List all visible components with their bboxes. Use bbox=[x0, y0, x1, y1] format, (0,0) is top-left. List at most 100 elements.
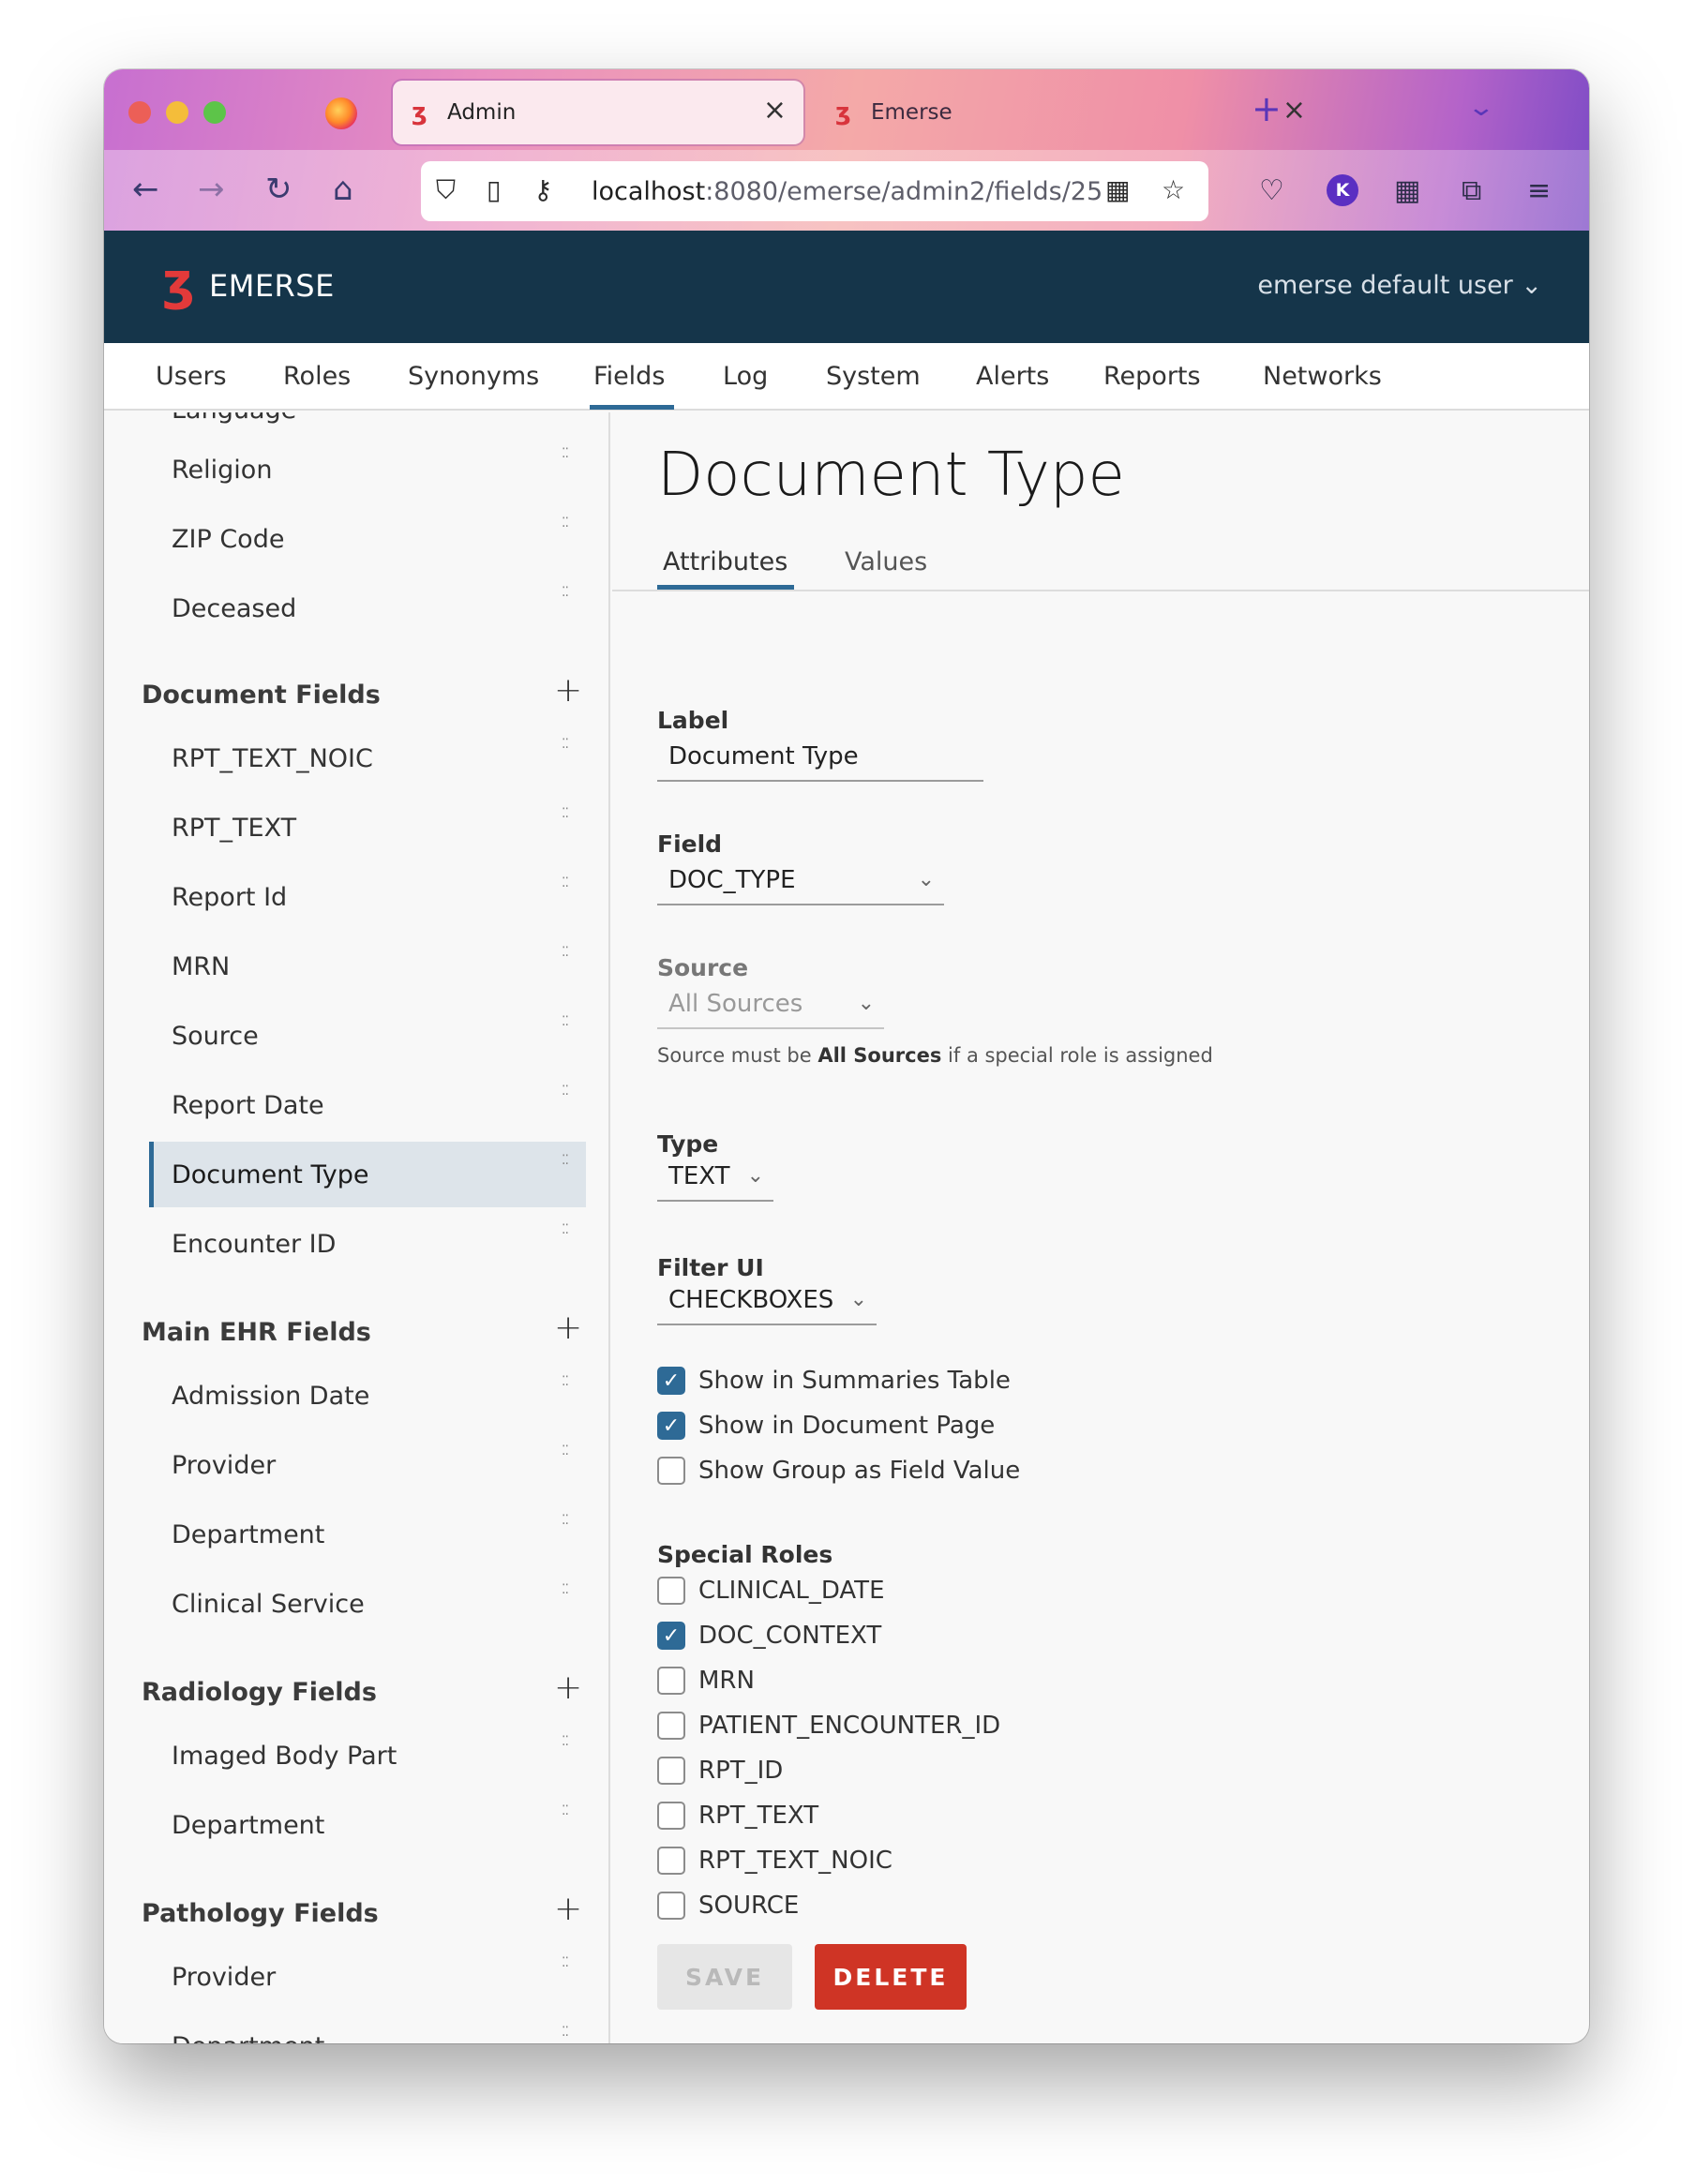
drag-handle-icon[interactable]: ⁚⁚ bbox=[562, 447, 569, 460]
checkbox-checked-icon[interactable]: ✓ bbox=[657, 1412, 685, 1440]
checkbox-unchecked-icon[interactable] bbox=[657, 1892, 685, 1920]
checkbox-checked-icon[interactable]: ✓ bbox=[657, 1367, 685, 1395]
forward-icon[interactable]: → bbox=[198, 171, 225, 208]
drag-handle-icon[interactable]: ⁚⁚ bbox=[562, 1583, 569, 1596]
checkbox-unchecked-icon[interactable] bbox=[657, 1712, 685, 1740]
drag-handle-icon[interactable]: ⁚⁚ bbox=[562, 876, 569, 890]
label-input[interactable]: Document Type bbox=[657, 742, 983, 782]
key-icon[interactable]: ⚷ bbox=[533, 174, 553, 205]
role-patient-encounter-id-checkbox[interactable]: PATIENT_ENCOUNTER_ID bbox=[657, 1712, 1000, 1740]
user-menu[interactable]: emerse default user ⌄ bbox=[1257, 271, 1542, 300]
nav-roles[interactable]: Roles bbox=[283, 362, 351, 391]
url-text[interactable]: localhost:8080/emerse/admin2/fields/25 bbox=[592, 177, 1102, 206]
drag-handle-icon[interactable]: ⁚⁚ bbox=[562, 2026, 569, 2039]
hamburger-menu-icon[interactable]: ≡ bbox=[1527, 174, 1551, 207]
minimize-window-button[interactable] bbox=[166, 101, 188, 124]
field-select[interactable]: DOC_TYPE ⌄ bbox=[657, 866, 944, 905]
add-radiology-field-icon[interactable]: + bbox=[554, 1668, 582, 1707]
nav-reports[interactable]: Reports bbox=[1103, 362, 1201, 391]
close-tab-icon[interactable]: × bbox=[763, 94, 787, 127]
tab-emerse[interactable]: ʒ Emerse × bbox=[817, 81, 1323, 144]
tab-attributes[interactable]: Attributes bbox=[663, 547, 788, 576]
filter-ui-select[interactable]: CHECKBOXES ⌄ bbox=[657, 1286, 877, 1325]
sidebar-item-rpt-text[interactable]: RPT_TEXT bbox=[172, 814, 296, 843]
nav-users[interactable]: Users bbox=[156, 362, 227, 391]
sidebar-item-encounter-id[interactable]: Encounter ID bbox=[172, 1230, 336, 1259]
drag-handle-icon[interactable]: ⁚⁚ bbox=[562, 1735, 569, 1748]
sidebar-item-language[interactable]: Language bbox=[172, 412, 296, 425]
sidebar-item-zip-code[interactable]: ZIP Code bbox=[172, 525, 284, 554]
add-pathology-field-icon[interactable]: + bbox=[554, 1890, 582, 1928]
tab-admin[interactable]: ʒ Admin × bbox=[393, 81, 803, 144]
checkbox-unchecked-icon[interactable] bbox=[657, 1802, 685, 1830]
account-avatar[interactable]: K bbox=[1327, 174, 1358, 206]
address-bar[interactable]: ⛉ ▯ ⚷ localhost:8080/emerse/admin2/field… bbox=[421, 161, 1208, 221]
nav-synonyms[interactable]: Synonyms bbox=[408, 362, 539, 391]
nav-networks[interactable]: Networks bbox=[1263, 362, 1382, 391]
drag-handle-icon[interactable]: ⁚⁚ bbox=[562, 1015, 569, 1028]
pocket-icon[interactable]: ♡ bbox=[1259, 174, 1284, 207]
extensions-grid-icon[interactable]: ▦ bbox=[1394, 174, 1420, 207]
nav-log[interactable]: Log bbox=[723, 362, 768, 391]
show-in-summaries-checkbox[interactable]: ✓ Show in Summaries Table bbox=[657, 1367, 1011, 1395]
close-window-button[interactable] bbox=[128, 101, 151, 124]
sidebar-item-imaged-body-part[interactable]: Imaged Body Part bbox=[172, 1742, 397, 1771]
role-rpt-text-noic-checkbox[interactable]: RPT_TEXT_NOIC bbox=[657, 1847, 892, 1875]
sidebar-item-provider[interactable]: Provider bbox=[172, 1963, 276, 1992]
show-in-document-page-checkbox[interactable]: ✓ Show in Document Page bbox=[657, 1412, 995, 1440]
checkbox-unchecked-icon[interactable] bbox=[657, 1757, 685, 1785]
checkbox-unchecked-icon[interactable] bbox=[657, 1457, 685, 1485]
drag-handle-icon[interactable]: ⁚⁚ bbox=[562, 1514, 569, 1527]
drag-handle-icon[interactable]: ⁚⁚ bbox=[562, 1956, 569, 1969]
role-clinical-date-checkbox[interactable]: CLINICAL_DATE bbox=[657, 1577, 885, 1605]
sidebar-item-document-type[interactable]: Document Type bbox=[172, 1160, 368, 1189]
role-rpt-id-checkbox[interactable]: RPT_ID bbox=[657, 1757, 783, 1785]
reload-icon[interactable]: ↻ bbox=[265, 171, 292, 208]
drag-handle-icon[interactable]: ⁚⁚ bbox=[562, 946, 569, 959]
maximize-window-button[interactable] bbox=[203, 101, 226, 124]
home-icon[interactable]: ⌂ bbox=[333, 171, 353, 208]
add-ehr-field-icon[interactable]: + bbox=[554, 1309, 582, 1347]
nav-alerts[interactable]: Alerts bbox=[976, 362, 1049, 391]
drag-handle-icon[interactable]: ⁚⁚ bbox=[562, 1085, 569, 1098]
drag-handle-icon[interactable]: ⁚⁚ bbox=[562, 1223, 569, 1236]
sidebar-item-report-id[interactable]: Report Id bbox=[172, 883, 287, 912]
sidebar-item-rpt-text-noic[interactable]: RPT_TEXT_NOIC bbox=[172, 744, 373, 773]
shield-icon[interactable]: ⛉ bbox=[436, 174, 456, 206]
tab-values[interactable]: Values bbox=[845, 547, 927, 576]
qr-code-icon[interactable]: ▦ bbox=[1105, 174, 1130, 205]
nav-system[interactable]: System bbox=[826, 362, 921, 391]
checkbox-unchecked-icon[interactable] bbox=[657, 1847, 685, 1875]
checkbox-unchecked-icon[interactable] bbox=[657, 1667, 685, 1695]
add-document-field-icon[interactable]: + bbox=[554, 671, 582, 710]
save-button[interactable]: SAVE bbox=[657, 1944, 792, 2010]
sidebar-item-deceased[interactable]: Deceased bbox=[172, 594, 296, 623]
role-rpt-text-checkbox[interactable]: RPT_TEXT bbox=[657, 1802, 818, 1830]
sidebar-item-report-date[interactable]: Report Date bbox=[172, 1091, 324, 1120]
drag-handle-icon[interactable]: ⁚⁚ bbox=[562, 738, 569, 751]
drag-handle-icon[interactable]: ⁚⁚ bbox=[562, 1375, 569, 1388]
role-mrn-checkbox[interactable]: MRN bbox=[657, 1667, 755, 1695]
sidebar-item-department[interactable]: Department bbox=[172, 1811, 324, 1840]
role-source-checkbox[interactable]: SOURCE bbox=[657, 1892, 799, 1920]
drag-handle-icon[interactable]: ⁚⁚ bbox=[562, 586, 569, 599]
bookmark-star-icon[interactable]: ☆ bbox=[1162, 174, 1185, 205]
close-tab-icon[interactable]: × bbox=[1282, 94, 1306, 127]
delete-button[interactable]: DELETE bbox=[815, 1944, 967, 2010]
drag-handle-icon[interactable]: ⁚⁚ bbox=[562, 1804, 569, 1818]
chevron-down-icon[interactable]: ⌄ bbox=[1467, 94, 1496, 122]
drag-handle-icon[interactable]: ⁚⁚ bbox=[562, 807, 569, 820]
sidebar-item-admission-date[interactable]: Admission Date bbox=[172, 1382, 369, 1411]
type-select[interactable]: TEXT ⌄ bbox=[657, 1162, 773, 1202]
drag-handle-icon[interactable]: ⁚⁚ bbox=[562, 1444, 569, 1458]
show-group-as-field-value-checkbox[interactable]: Show Group as Field Value bbox=[657, 1457, 1020, 1485]
sidebar-item-department[interactable]: Department bbox=[172, 1520, 324, 1549]
puzzle-icon[interactable]: ⧉ bbox=[1462, 174, 1481, 207]
role-doc-context-checkbox[interactable]: ✓ DOC_CONTEXT bbox=[657, 1622, 881, 1650]
sidebar-item-provider[interactable]: Provider bbox=[172, 1451, 276, 1480]
new-tab-icon[interactable]: + bbox=[1252, 88, 1282, 129]
checkbox-unchecked-icon[interactable] bbox=[657, 1577, 685, 1605]
sidebar-item-department[interactable]: Department bbox=[172, 2032, 324, 2043]
sidebar-item-clinical-service[interactable]: Clinical Service bbox=[172, 1590, 365, 1619]
sidebar-item-source[interactable]: Source bbox=[172, 1022, 259, 1051]
